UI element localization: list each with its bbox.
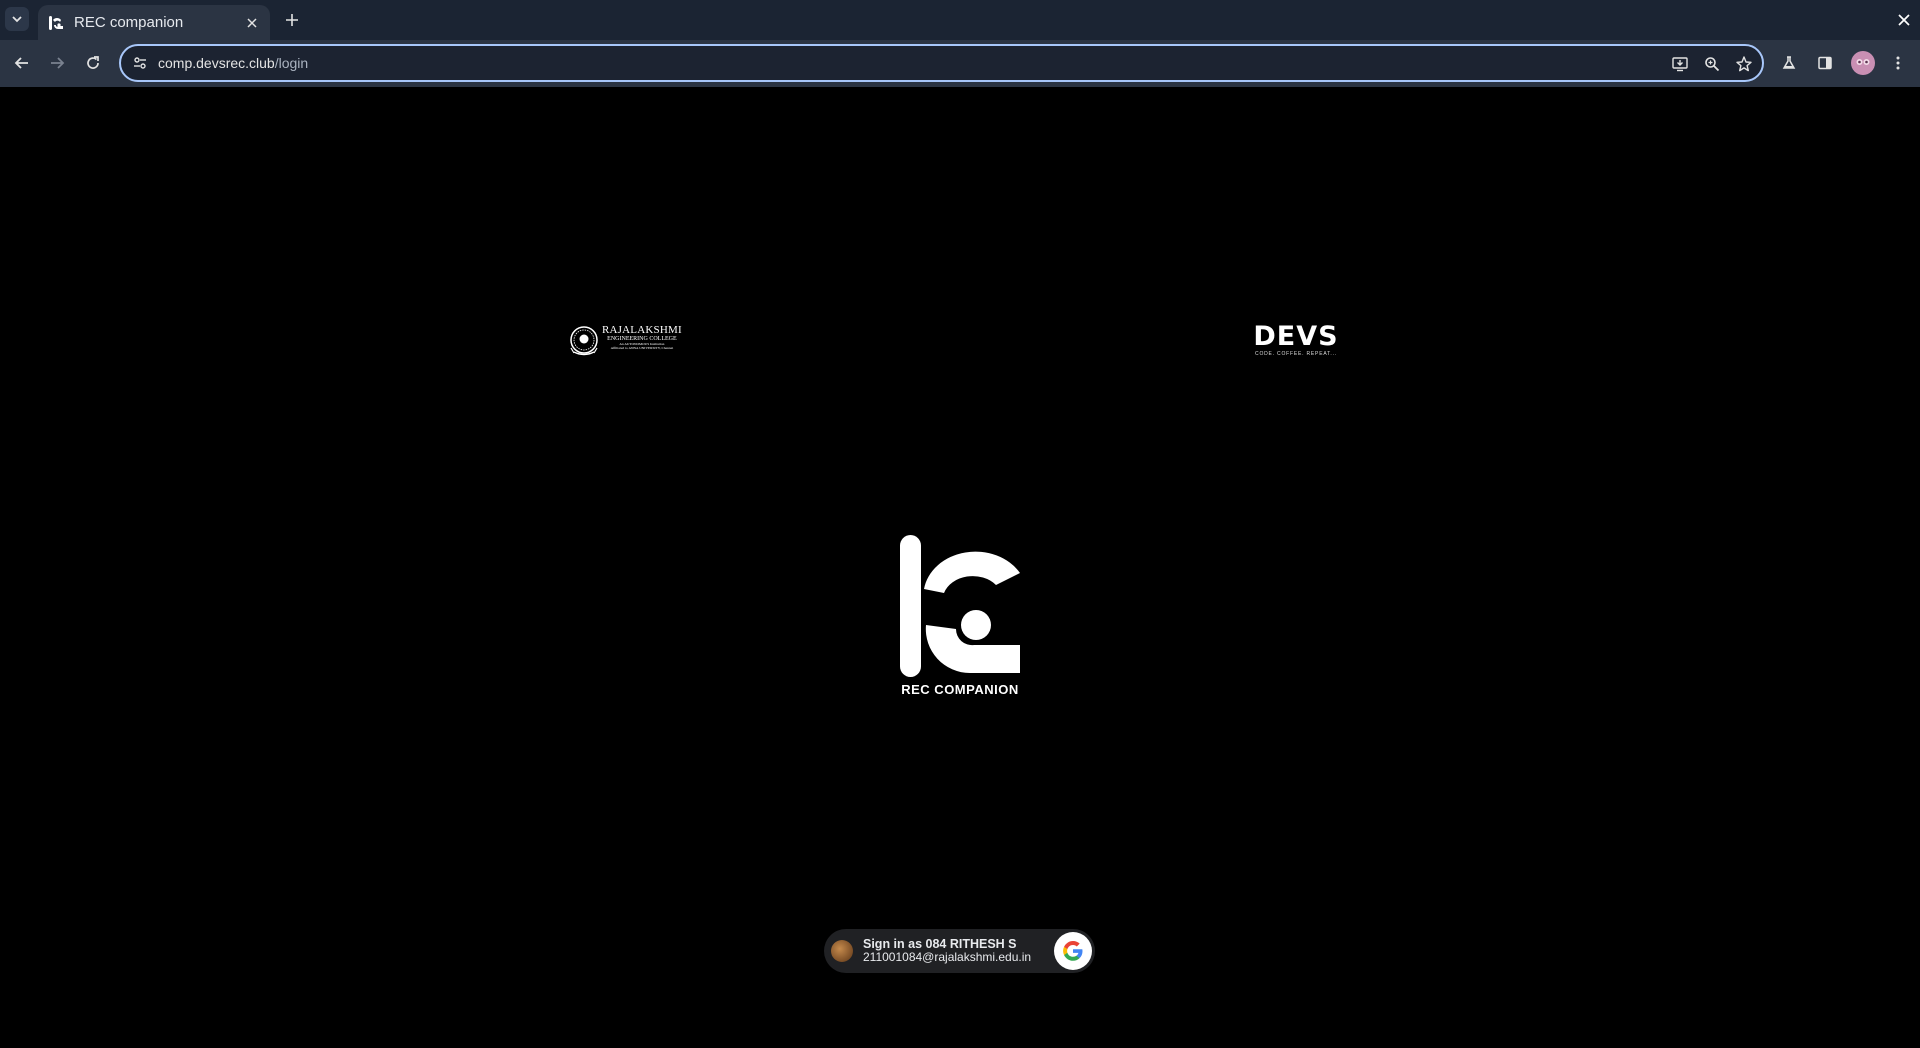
devs-club-logo: DEVS CODE. COFFEE. REPEAT... bbox=[1248, 323, 1344, 363]
reload-button[interactable] bbox=[80, 50, 106, 76]
zoom-button[interactable] bbox=[1700, 52, 1724, 76]
url-text[interactable]: comp.devsrec.club/login bbox=[158, 55, 308, 71]
profile-avatar-icon bbox=[1856, 59, 1870, 65]
signin-text: Sign in as 084 RITHESH S 211001084@rajal… bbox=[863, 938, 1054, 964]
college-line-2: Affiliated to ANNA UNIVERSITY, Chennai bbox=[610, 346, 674, 350]
forward-button[interactable] bbox=[44, 50, 70, 76]
side-panel-button[interactable] bbox=[1812, 50, 1838, 76]
tab-close-button[interactable] bbox=[242, 13, 262, 33]
labs-button[interactable] bbox=[1776, 50, 1802, 76]
back-button[interactable] bbox=[9, 50, 35, 76]
devs-tagline: CODE. COFFEE. REPEAT... bbox=[1255, 351, 1337, 357]
rec-companion-favicon-icon bbox=[49, 15, 63, 30]
star-icon bbox=[1736, 56, 1752, 72]
app-name: REC COMPANION bbox=[901, 682, 1019, 697]
close-icon bbox=[1898, 14, 1910, 26]
google-logo bbox=[1054, 932, 1092, 970]
tab-search-button[interactable] bbox=[5, 7, 29, 31]
chevron-down-icon bbox=[12, 16, 22, 23]
bookmark-button[interactable] bbox=[1732, 52, 1756, 76]
more-vertical-icon bbox=[1896, 56, 1900, 70]
rajalakshmi-college-logo: RAJALAKSHMI ENGINEERING COLLEGE An AUTON… bbox=[568, 324, 682, 360]
user-avatar bbox=[831, 940, 853, 962]
college-emblem-icon bbox=[570, 326, 598, 356]
google-g-icon bbox=[1063, 941, 1083, 961]
tab-strip: REC companion bbox=[0, 0, 1920, 40]
browser-menu-button[interactable] bbox=[1885, 50, 1911, 76]
install-app-icon bbox=[1672, 57, 1688, 72]
rec-companion-logo-icon bbox=[900, 535, 1020, 677]
url-path: /login bbox=[274, 55, 309, 71]
close-icon bbox=[247, 17, 257, 28]
tab-title: REC companion bbox=[74, 14, 184, 31]
window-close-button[interactable] bbox=[1892, 8, 1916, 32]
college-name: RAJALAKSHMI bbox=[602, 324, 682, 336]
install-app-button[interactable] bbox=[1668, 52, 1692, 76]
tune-icon bbox=[134, 57, 146, 69]
devs-wordmark: DEVS bbox=[1253, 321, 1339, 352]
signin-email: 211001084@rajalakshmi.edu.in bbox=[863, 950, 1032, 964]
url-domain: comp.devsrec.club bbox=[158, 55, 275, 71]
rec-companion-logo: REC COMPANION bbox=[896, 533, 1024, 697]
new-tab-button[interactable] bbox=[280, 8, 304, 32]
side-panel-icon bbox=[1818, 56, 1832, 70]
login-page: RAJALAKSHMI ENGINEERING COLLEGE An AUTON… bbox=[0, 87, 1920, 1048]
google-one-tap-signin-button[interactable]: Sign in as 084 RITHESH S 211001084@rajal… bbox=[824, 929, 1095, 973]
zoom-icon bbox=[1705, 57, 1720, 72]
reload-icon bbox=[87, 56, 99, 69]
arrow-left-icon bbox=[14, 57, 28, 69]
flask-icon bbox=[1782, 56, 1796, 69]
site-info-button[interactable] bbox=[130, 53, 150, 73]
address-bar[interactable]: comp.devsrec.club/login bbox=[119, 44, 1764, 82]
browser-toolbar: comp.devsrec.club/login bbox=[0, 40, 1920, 87]
profile-avatar-button[interactable] bbox=[1851, 51, 1875, 75]
plus-icon bbox=[286, 14, 298, 26]
active-tab[interactable]: REC companion bbox=[38, 5, 270, 40]
arrow-right-icon bbox=[51, 57, 65, 69]
